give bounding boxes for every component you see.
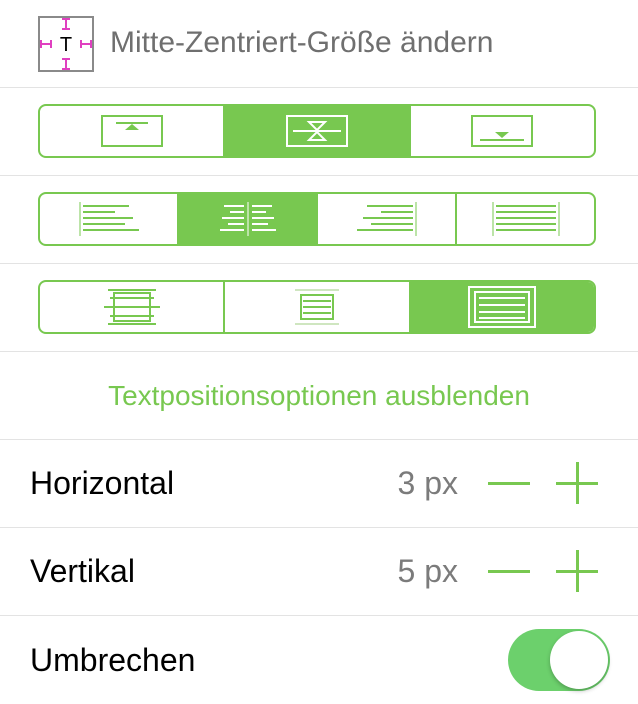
page-title: Mitte-Zentriert-Größe ändern	[110, 26, 494, 59]
vertical-alignment-control	[38, 104, 596, 158]
vertical-row: Vertikal 5 px	[0, 528, 638, 616]
align-middle-icon	[285, 115, 348, 147]
vertical-alignment-row	[0, 88, 638, 176]
align-right-icon	[356, 202, 416, 236]
horizontal-increment-button[interactable]	[556, 462, 598, 504]
align-left-icon	[79, 202, 139, 236]
text-fit-button[interactable]	[408, 282, 594, 332]
align-bottom-button[interactable]	[408, 106, 594, 156]
align-right-button[interactable]	[316, 194, 455, 244]
align-bottom-icon	[471, 115, 534, 147]
horizontal-alignment-control	[38, 192, 596, 246]
horizontal-decrement-button[interactable]	[488, 482, 530, 485]
hide-options-row: Textpositionsoptionen ausblenden	[0, 352, 638, 440]
text-clip-button[interactable]	[223, 282, 408, 332]
text-fit-row	[0, 264, 638, 352]
horizontal-label: Horizontal	[30, 465, 175, 501]
align-left-button[interactable]	[40, 194, 177, 244]
vertical-label: Vertikal	[30, 553, 135, 589]
align-top-icon	[100, 115, 163, 147]
align-middle-button[interactable]	[223, 106, 409, 156]
horizontal-value: 3 px	[397, 465, 458, 501]
align-center-icon	[219, 202, 276, 236]
align-justify-button[interactable]	[455, 194, 594, 244]
text-fit-icon	[468, 286, 537, 328]
horizontal-alignment-row	[0, 176, 638, 264]
align-justify-icon	[492, 202, 559, 236]
vertical-decrement-button[interactable]	[488, 570, 530, 573]
wrap-toggle[interactable]	[508, 629, 610, 691]
horizontal-row: Horizontal 3 px	[0, 440, 638, 528]
text-overflow-icon	[103, 289, 160, 325]
wrap-label: Umbrechen	[30, 642, 196, 678]
vertical-increment-button[interactable]	[556, 550, 598, 592]
svg-text:T: T	[60, 34, 72, 56]
header: T Mitte-Zentriert-Größe ändern	[0, 0, 638, 88]
text-clip-icon	[294, 289, 339, 325]
toggle-knob	[550, 631, 608, 689]
align-top-button[interactable]	[40, 106, 223, 156]
hide-text-position-options-link[interactable]: Textpositionsoptionen ausblenden	[0, 380, 638, 412]
vertical-value: 5 px	[397, 553, 458, 589]
resize-center-icon: T	[38, 16, 94, 72]
align-center-button[interactable]	[177, 194, 316, 244]
text-fit-control	[38, 280, 596, 334]
text-overflow-button[interactable]	[40, 282, 223, 332]
